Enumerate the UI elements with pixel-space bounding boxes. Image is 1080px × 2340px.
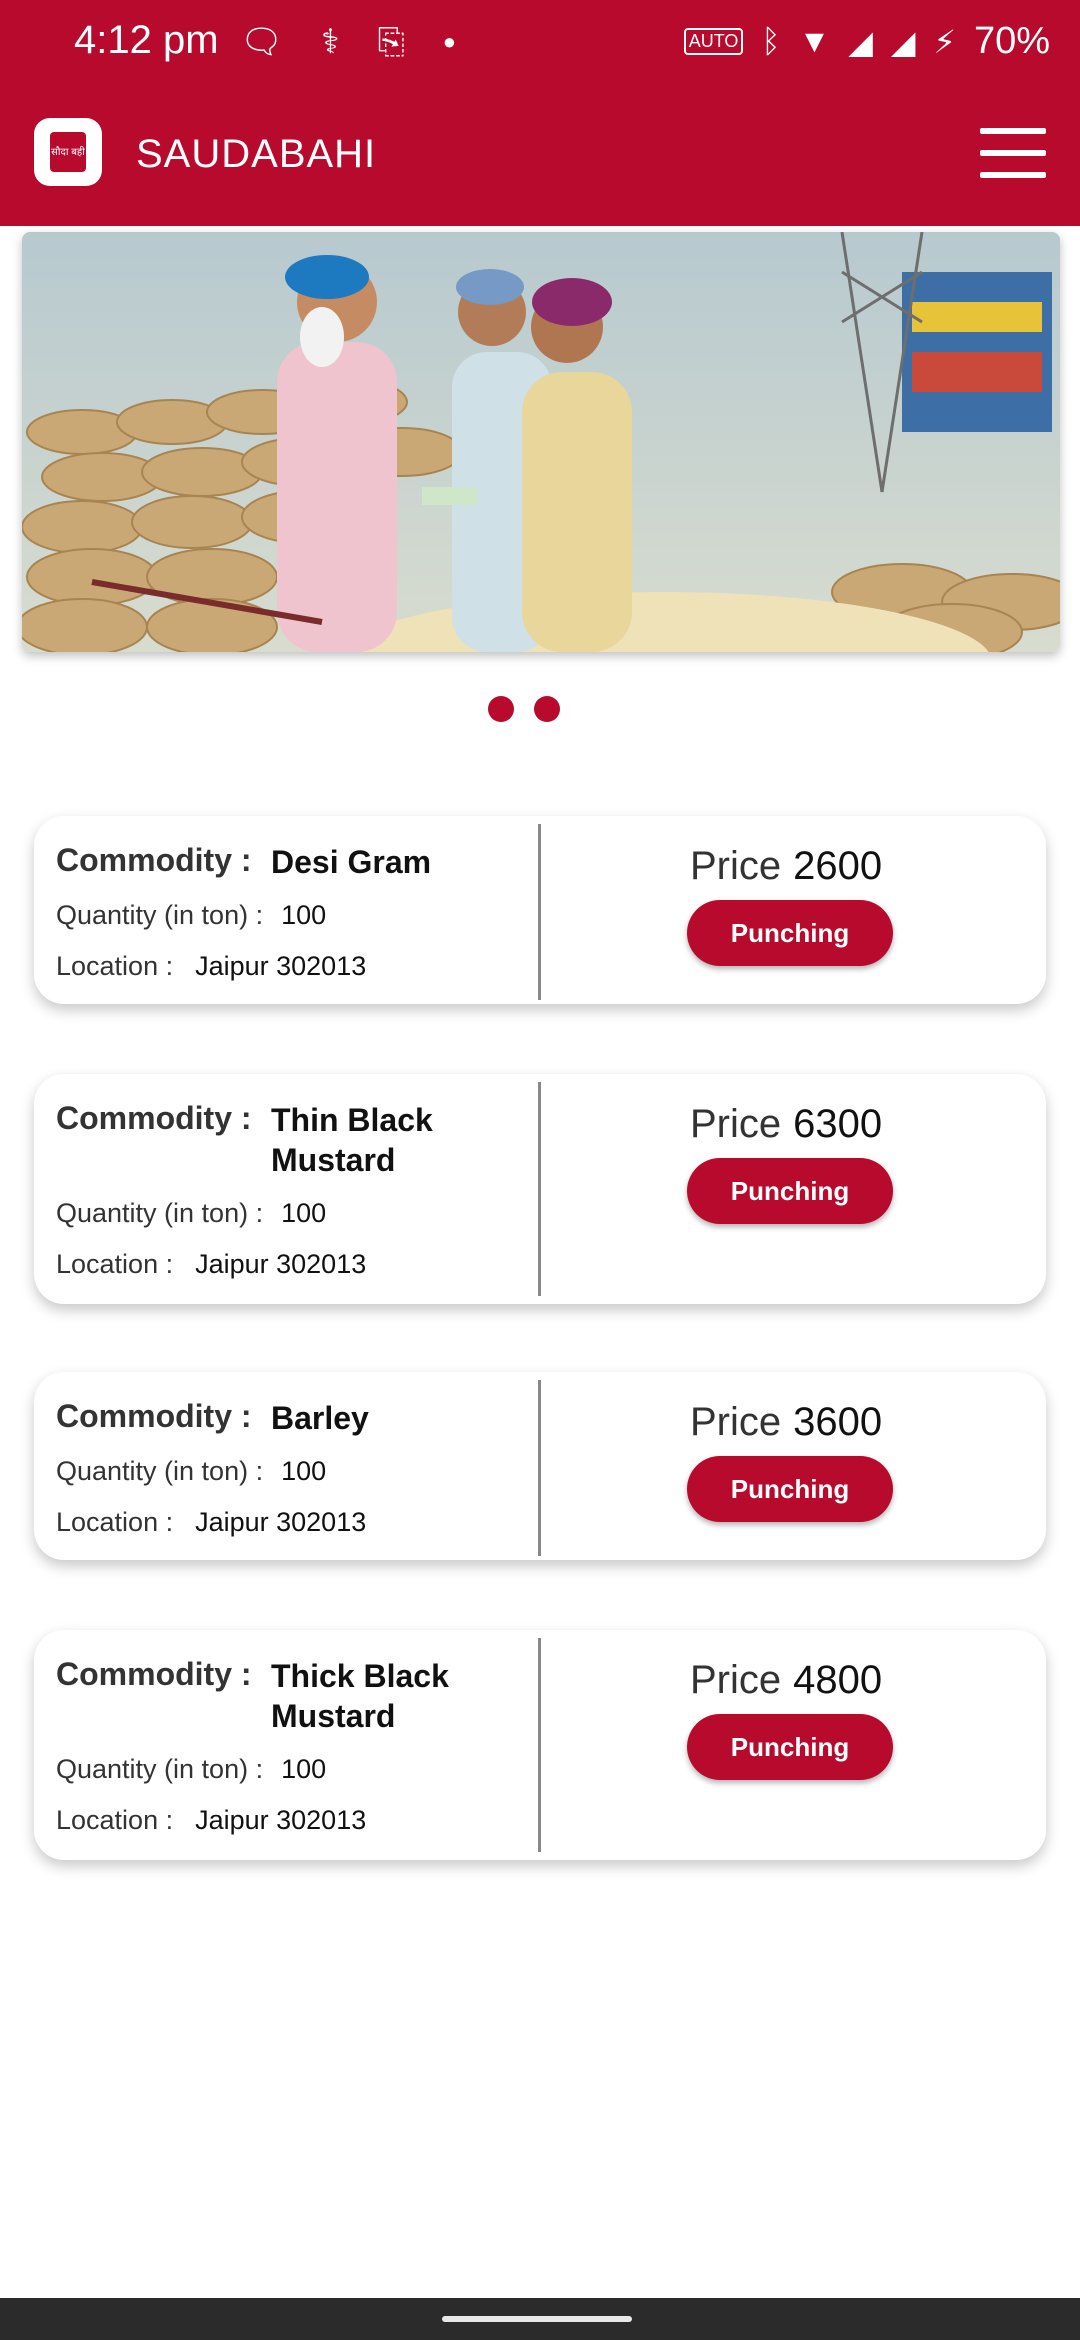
battery-percentage: 70% [973,20,1050,62]
listing-card: Commodity : Thick Black Mustard Quantity… [34,1630,1046,1860]
carousel-banner-image[interactable] [22,232,1060,652]
commodity-value: Barley [271,1400,369,1436]
chat-bubble-icon: 🗨 [240,23,284,61]
location-label: Location : [56,1507,174,1537]
price-row: Price 2600 [690,844,882,889]
home-gesture-handle[interactable] [442,2316,632,2322]
volte-signal-1-icon: ◢ [848,23,873,60]
commodity-value: Thick Black Mustard [271,1658,449,1734]
quantity-value: 100 [281,1198,327,1228]
wifi-icon: ▼ [798,23,831,59]
app-title: SAUDABAHI [136,132,377,176]
location-label: Location : [56,1249,174,1279]
banner-illustration [22,232,1060,652]
commodity-row: Commodity : Barley [56,1398,501,1438]
punching-button[interactable]: Punching [687,1714,893,1780]
commodity-label: Commodity : [56,842,252,878]
quantity-row: Quantity (in ton) : 100 [56,1754,326,1785]
price-label: Price [690,844,782,888]
app-logo: सौदा बही [34,118,102,186]
quantity-value: 100 [281,900,327,930]
price-value: 4800 [793,1658,883,1702]
auto-hz-icon: AUTO [683,28,744,55]
commodity-row: Commodity : Thin Black Mustard [56,1100,501,1180]
location-label: Location : [56,951,174,981]
quantity-label: Quantity (in ton) : [56,1198,264,1228]
card-divider [538,1380,541,1556]
carousel-dot-active[interactable] [534,696,560,722]
app-logo-mark: सौदा बही [50,132,86,172]
status-right-icons: AUTO ᛒ ▼ ◢ ◢ ⚡ 70% [683,20,1050,63]
commodity-label: Commodity : [56,1398,252,1434]
status-bar: 4:12 pm 🗨 ⚕ ⎘ ● AUTO ᛒ ▼ ◢ ◢ ⚡ 70% [0,0,1080,90]
system-navigation-bar [0,2298,1080,2340]
listing-card: Commodity : Thin Black Mustard Quantity … [34,1074,1046,1304]
location-label: Location : [56,1805,174,1835]
quantity-row: Quantity (in ton) : 100 [56,900,326,931]
hamburger-menu-icon[interactable] [980,128,1046,178]
volte-signal-2-icon: ◢ [890,23,916,60]
quantity-label: Quantity (in ton) : [56,900,264,930]
commodity-label: Commodity : [56,1100,252,1136]
punching-button[interactable]: Punching [687,1158,893,1224]
commodity-value: Thin Black Mustard [271,1102,433,1178]
price-label: Price [690,1400,782,1444]
battery-charging-icon: ⚡ [933,23,956,60]
bluetooth-icon: ᛒ [761,23,781,59]
price-row: Price 3600 [690,1400,882,1445]
card-divider [538,1082,541,1296]
punching-button[interactable]: Punching [687,1456,893,1522]
quantity-row: Quantity (in ton) : 100 [56,1198,326,1229]
quantity-value: 100 [281,1754,327,1784]
commodity-value: Desi Gram [271,844,432,880]
punching-button[interactable]: Punching [687,900,893,966]
status-left-icons: 🗨 ⚕ ⎘ ● [240,22,456,62]
location-value: Jaipur 302013 [195,951,367,981]
carousel-dot[interactable] [488,696,514,722]
price-value: 2600 [793,844,883,888]
app-bar: सौदा बही SAUDABAHI [0,90,1080,226]
quantity-label: Quantity (in ton) : [56,1754,264,1784]
listing-card: Commodity : Barley Quantity (in ton) : 10… [34,1372,1046,1560]
clipboard-icon: ⎘ [377,22,405,61]
notification-icon: ⚕ [321,23,340,61]
location-value: Jaipur 302013 [195,1805,367,1835]
price-row: Price 6300 [690,1102,882,1147]
card-divider [538,824,541,1000]
quantity-label: Quantity (in ton) : [56,1456,264,1486]
price-value: 3600 [793,1400,883,1444]
dot-icon: ● [442,29,457,54]
app-logo-text: सौदा बही [51,146,85,158]
location-row: Location : Jaipur 302013 [56,951,366,982]
price-row: Price 4800 [690,1658,882,1703]
location-row: Location : Jaipur 302013 [56,1507,366,1538]
carousel-indicators [488,696,608,726]
commodity-row: Commodity : Desi Gram [56,842,501,882]
status-time: 4:12 pm [74,18,219,62]
price-label: Price [690,1102,782,1146]
quantity-value: 100 [281,1456,327,1486]
commodity-label: Commodity : [56,1656,252,1692]
price-value: 6300 [793,1102,883,1146]
location-row: Location : Jaipur 302013 [56,1249,366,1280]
listing-card: Commodity : Desi Gram Quantity (in ton) … [34,816,1046,1004]
price-label: Price [690,1658,782,1702]
location-value: Jaipur 302013 [195,1507,367,1537]
commodity-row: Commodity : Thick Black Mustard [56,1656,501,1736]
quantity-row: Quantity (in ton) : 100 [56,1456,326,1487]
location-row: Location : Jaipur 302013 [56,1805,366,1836]
card-divider [538,1638,541,1852]
location-value: Jaipur 302013 [195,1249,367,1279]
